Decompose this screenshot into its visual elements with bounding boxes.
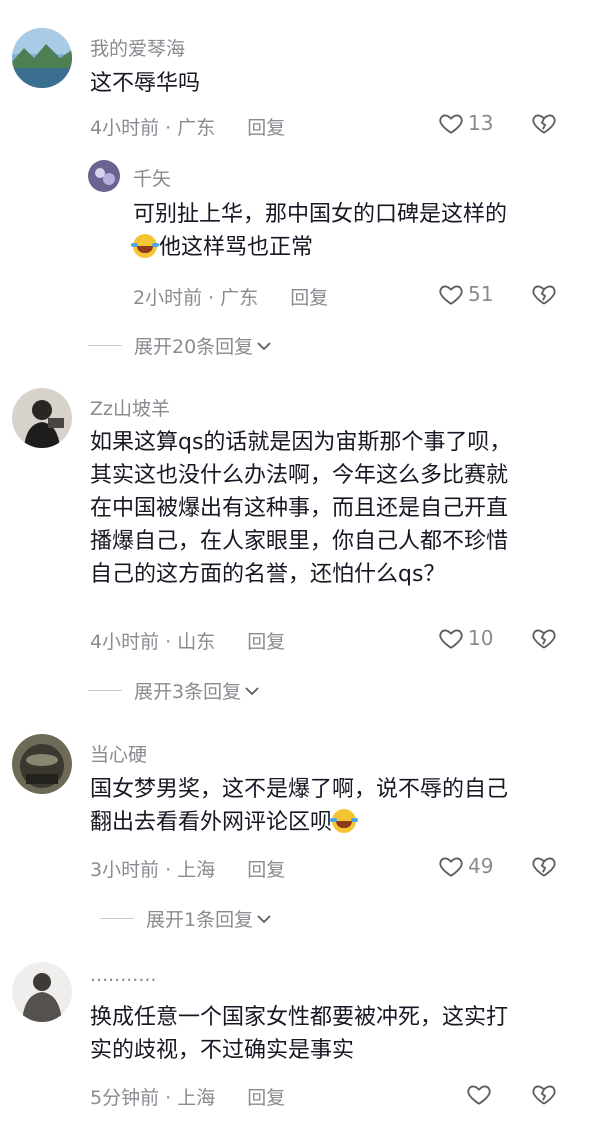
- broken-heart-icon: [532, 629, 556, 649]
- divider-line: [100, 918, 134, 919]
- reply-button[interactable]: 回复: [247, 859, 285, 881]
- timestamp: 4小时前: [90, 631, 160, 653]
- location: 上海: [177, 859, 216, 881]
- comment-text: 如果这算qs的话就是因为宙斯那个事了呗， 其实这也没什么办法啊，今年这么多比赛就…: [90, 430, 512, 587]
- location: 山东: [177, 631, 216, 653]
- avatar[interactable]: [12, 962, 72, 1022]
- comment-meta: 3小时前 · 上海 回复: [90, 855, 285, 882]
- like-button[interactable]: 10: [438, 625, 493, 651]
- dislike-button[interactable]: [530, 110, 558, 140]
- heart-icon: [439, 629, 463, 649]
- like-count: 51: [468, 282, 494, 306]
- heart-icon: [467, 1085, 491, 1105]
- dislike-button[interactable]: [530, 281, 558, 311]
- comment-text: 国女梦男奖，这不是爆了啊，说不辱的自己 翻出去看看外网评论区呗: [90, 777, 509, 835]
- like-button[interactable]: [466, 1081, 496, 1107]
- broken-heart-icon: [532, 1085, 556, 1105]
- chevron-down-icon: [245, 686, 259, 695]
- chevron-down-icon: [257, 341, 271, 350]
- heart-icon: [439, 285, 463, 305]
- username[interactable]: ...........: [90, 964, 156, 986]
- expand-replies-button[interactable]: 展开20条回复: [88, 332, 272, 359]
- separator-dot: ·: [165, 859, 178, 881]
- broken-heart-icon: [532, 857, 556, 877]
- separator-dot: ·: [165, 1087, 178, 1109]
- dislike-button[interactable]: [530, 625, 558, 655]
- like-count: 13: [468, 111, 494, 135]
- dislike-button[interactable]: [530, 1081, 558, 1111]
- expand-label: 展开20条回复: [134, 336, 254, 358]
- like-count: 49: [468, 854, 494, 878]
- timestamp: 2小时前: [133, 287, 203, 309]
- username[interactable]: 当心硬: [90, 740, 147, 767]
- comment-text: 可别扯上华，那中国女的口碑是这样的 他这样骂也正常: [131, 202, 508, 260]
- like-count: 10: [468, 626, 494, 650]
- location: 广东: [177, 117, 216, 139]
- like-button[interactable]: 13: [438, 110, 493, 136]
- separator-dot: ·: [165, 117, 178, 139]
- expand-label: 展开1条回复: [146, 909, 254, 931]
- location: 广东: [220, 287, 259, 309]
- location: 上海: [177, 1087, 216, 1109]
- timestamp: 3小时前: [90, 859, 160, 881]
- comment-text: 换成任意一个国家女性都要被冲死，这实打 实的歧视，不过确实是事实: [90, 1005, 509, 1063]
- like-button[interactable]: 51: [438, 281, 493, 307]
- expand-replies-button[interactable]: 展开3条回复: [88, 677, 260, 704]
- avatar[interactable]: [12, 388, 72, 448]
- avatar[interactable]: [12, 734, 72, 794]
- comment-meta: 4小时前 · 山东 回复: [90, 627, 285, 654]
- like-button[interactable]: 49: [438, 853, 493, 879]
- avatar[interactable]: [88, 160, 120, 192]
- separator-dot: ·: [165, 631, 178, 653]
- comment-meta: 2小时前 · 广东 回复: [133, 283, 328, 310]
- broken-heart-icon: [532, 114, 556, 134]
- heart-icon: [439, 857, 463, 877]
- broken-heart-icon: [532, 285, 556, 305]
- reply-button[interactable]: 回复: [290, 287, 328, 309]
- divider-line: [88, 345, 122, 346]
- username[interactable]: 千矢: [133, 164, 171, 191]
- heart-icon: [439, 114, 463, 134]
- comment-meta: 4小时前 · 广东 回复: [90, 113, 285, 140]
- expand-label: 展开3条回复: [134, 681, 242, 703]
- timestamp: 4小时前: [90, 117, 160, 139]
- reply-button[interactable]: 回复: [247, 1087, 285, 1109]
- expand-replies-button[interactable]: 展开1条回复: [100, 905, 272, 932]
- rolling-laughing-emoji-icon: [330, 809, 357, 833]
- reply-button[interactable]: 回复: [247, 117, 285, 139]
- username[interactable]: Zz山坡羊: [90, 394, 170, 421]
- rolling-laughing-emoji-icon: [131, 234, 157, 258]
- reply-button[interactable]: 回复: [247, 631, 285, 653]
- divider-line: [88, 690, 122, 691]
- timestamp: 5分钟前: [90, 1087, 160, 1109]
- comment-meta: 5分钟前 · 上海 回复: [90, 1083, 285, 1110]
- comment-text: 这不辱华吗: [90, 71, 201, 96]
- chevron-down-icon: [257, 914, 271, 923]
- dislike-button[interactable]: [530, 853, 558, 883]
- separator-dot: ·: [208, 287, 221, 309]
- username[interactable]: 我的爱琴海: [90, 34, 185, 61]
- avatar[interactable]: [12, 28, 72, 88]
